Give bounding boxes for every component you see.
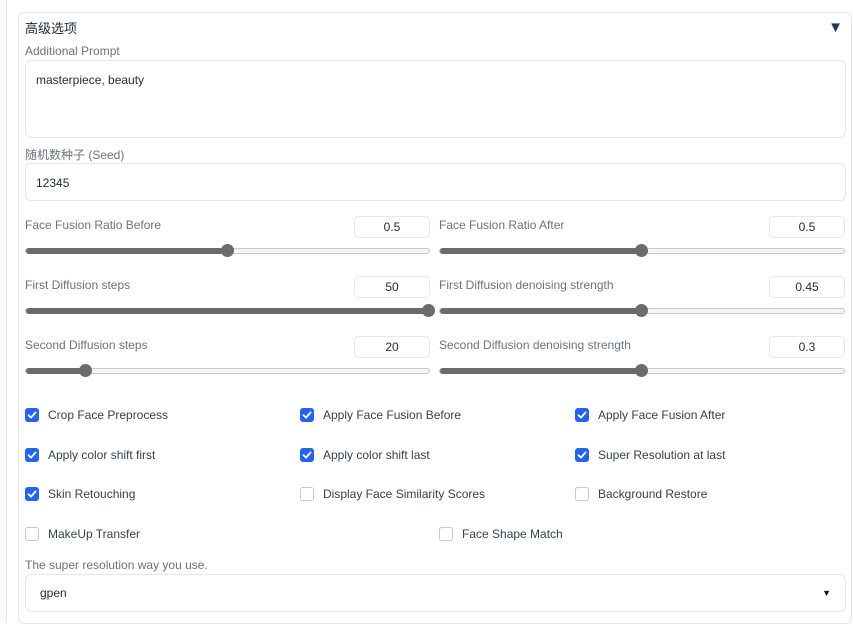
checkbox-label: Skin Retouching <box>48 487 136 501</box>
slider-thumb[interactable] <box>422 304 435 317</box>
slider-thumb[interactable] <box>635 364 648 377</box>
checkbox-checked-icon[interactable] <box>575 408 589 422</box>
checkbox-checked-icon[interactable] <box>300 448 314 462</box>
checkbox-label: Display Face Similarity Scores <box>323 487 486 501</box>
slider-track-second-diffusion-steps[interactable] <box>25 364 430 377</box>
slider-label-first-diffusion-denoising-strength: First Diffusion denoising strength <box>439 278 614 292</box>
slider-fill <box>440 308 642 314</box>
slider-fill <box>26 368 87 374</box>
checkbox-checked-icon[interactable] <box>25 487 39 501</box>
checkbox-label: Apply Face Fusion After <box>598 408 726 422</box>
section-title: 高级选项 <box>25 21 78 36</box>
prompt-textarea[interactable]: masterpiece, beauty <box>25 60 846 138</box>
slider-label-second-diffusion-steps: Second Diffusion steps <box>25 338 148 352</box>
slider-label-face-fusion-ratio-after: Face Fusion Ratio After <box>439 218 565 232</box>
checkbox-label: Apply color shift last <box>323 448 430 462</box>
checkbox-unchecked-icon[interactable] <box>439 527 453 541</box>
slider-label-face-fusion-ratio-before: Face Fusion Ratio Before <box>25 218 162 232</box>
checkbox-label: Apply color shift first <box>48 448 156 462</box>
checkbox-checked-icon[interactable] <box>25 408 39 422</box>
checkbox-checked-icon[interactable] <box>300 408 314 422</box>
slider-thumb[interactable] <box>220 244 234 257</box>
checkbox-apply-color-shift-first[interactable]: Apply color shift first <box>25 448 155 462</box>
slider-label-first-diffusion-steps: First Diffusion steps <box>25 278 131 292</box>
checkbox-label: Crop Face Preprocess <box>48 408 169 422</box>
advanced-options-panel: 高级选项 ▼ Additional Prompt masterpiece, be… <box>18 12 852 624</box>
checkbox-crop-face-preprocess[interactable]: Crop Face Preprocess <box>25 408 168 422</box>
checkbox-checked-icon[interactable] <box>575 448 589 462</box>
slider-number-input-second-diffusion-denoising-strength[interactable]: 0.3 <box>769 336 845 358</box>
collapse-toggle-icon[interactable]: ▼ <box>828 19 843 36</box>
checkbox-checked-icon[interactable] <box>25 448 39 462</box>
slider-track-first-diffusion-steps[interactable] <box>25 304 435 317</box>
slider-number-input-second-diffusion-steps[interactable]: 20 <box>354 336 430 358</box>
slider-fill <box>26 308 429 314</box>
slider-number-input-face-fusion-ratio-after[interactable]: 0.5 <box>769 216 845 238</box>
slider-track-face-fusion-ratio-before[interactable] <box>25 244 430 257</box>
checkbox-unchecked-icon[interactable] <box>300 487 314 501</box>
checkbox-background-restore[interactable]: Background Restore <box>575 487 707 501</box>
slider-thumb[interactable] <box>635 304 648 317</box>
slider-track-first-diffusion-denoising-strength[interactable] <box>439 304 845 317</box>
checkbox-apply-color-shift-last[interactable]: Apply color shift last <box>300 448 430 462</box>
super-resolution-value: gpen <box>40 586 67 600</box>
checkbox-makeup-transfer[interactable]: MakeUp Transfer <box>25 527 140 541</box>
slider-fill <box>440 248 642 254</box>
slider-number-input-first-diffusion-denoising-strength[interactable]: 0.45 <box>769 276 845 298</box>
slider-fill <box>26 248 228 254</box>
seed-input[interactable]: 12345 <box>25 163 846 201</box>
super-resolution-select[interactable]: gpen ▼ <box>25 574 846 612</box>
checkbox-unchecked-icon[interactable] <box>575 487 589 501</box>
seed-label: 随机数种子 (Seed) <box>25 148 125 162</box>
dropdown-caret-icon: ▼ <box>822 588 831 598</box>
slider-number-input-first-diffusion-steps[interactable]: 50 <box>354 276 430 298</box>
left-rail <box>0 0 7 622</box>
slider-number-input-face-fusion-ratio-before[interactable]: 0.5 <box>354 216 430 238</box>
checkbox-skin-retouching[interactable]: Skin Retouching <box>25 487 135 501</box>
prompt-label: Additional Prompt <box>25 44 120 58</box>
super-resolution-label: The super resolution way you use. <box>25 558 208 572</box>
checkbox-apply-face-fusion-after[interactable]: Apply Face Fusion After <box>575 408 725 422</box>
checkbox-label: MakeUp Transfer <box>48 527 141 541</box>
checkbox-label: Super Resolution at last <box>598 448 726 462</box>
slider-thumb[interactable] <box>79 364 93 377</box>
checkbox-label: Apply Face Fusion Before <box>323 408 462 422</box>
checkbox-label: Background Restore <box>598 487 708 501</box>
slider-label-second-diffusion-denoising-strength: Second Diffusion denoising strength <box>439 338 631 352</box>
checkbox-label: Face Shape Match <box>462 527 563 541</box>
slider-track-second-diffusion-denoising-strength[interactable] <box>439 364 845 377</box>
checkbox-unchecked-icon[interactable] <box>25 527 39 541</box>
checkbox-display-face-similarity-scores[interactable]: Display Face Similarity Scores <box>300 487 485 501</box>
checkbox-super-resolution-at-last[interactable]: Super Resolution at last <box>575 448 725 462</box>
slider-track-face-fusion-ratio-after[interactable] <box>439 244 845 257</box>
slider-fill <box>440 368 642 374</box>
slider-thumb[interactable] <box>635 244 648 257</box>
checkbox-apply-face-fusion-before[interactable]: Apply Face Fusion Before <box>300 408 461 422</box>
checkbox-face-shape-match[interactable]: Face Shape Match <box>439 527 563 541</box>
